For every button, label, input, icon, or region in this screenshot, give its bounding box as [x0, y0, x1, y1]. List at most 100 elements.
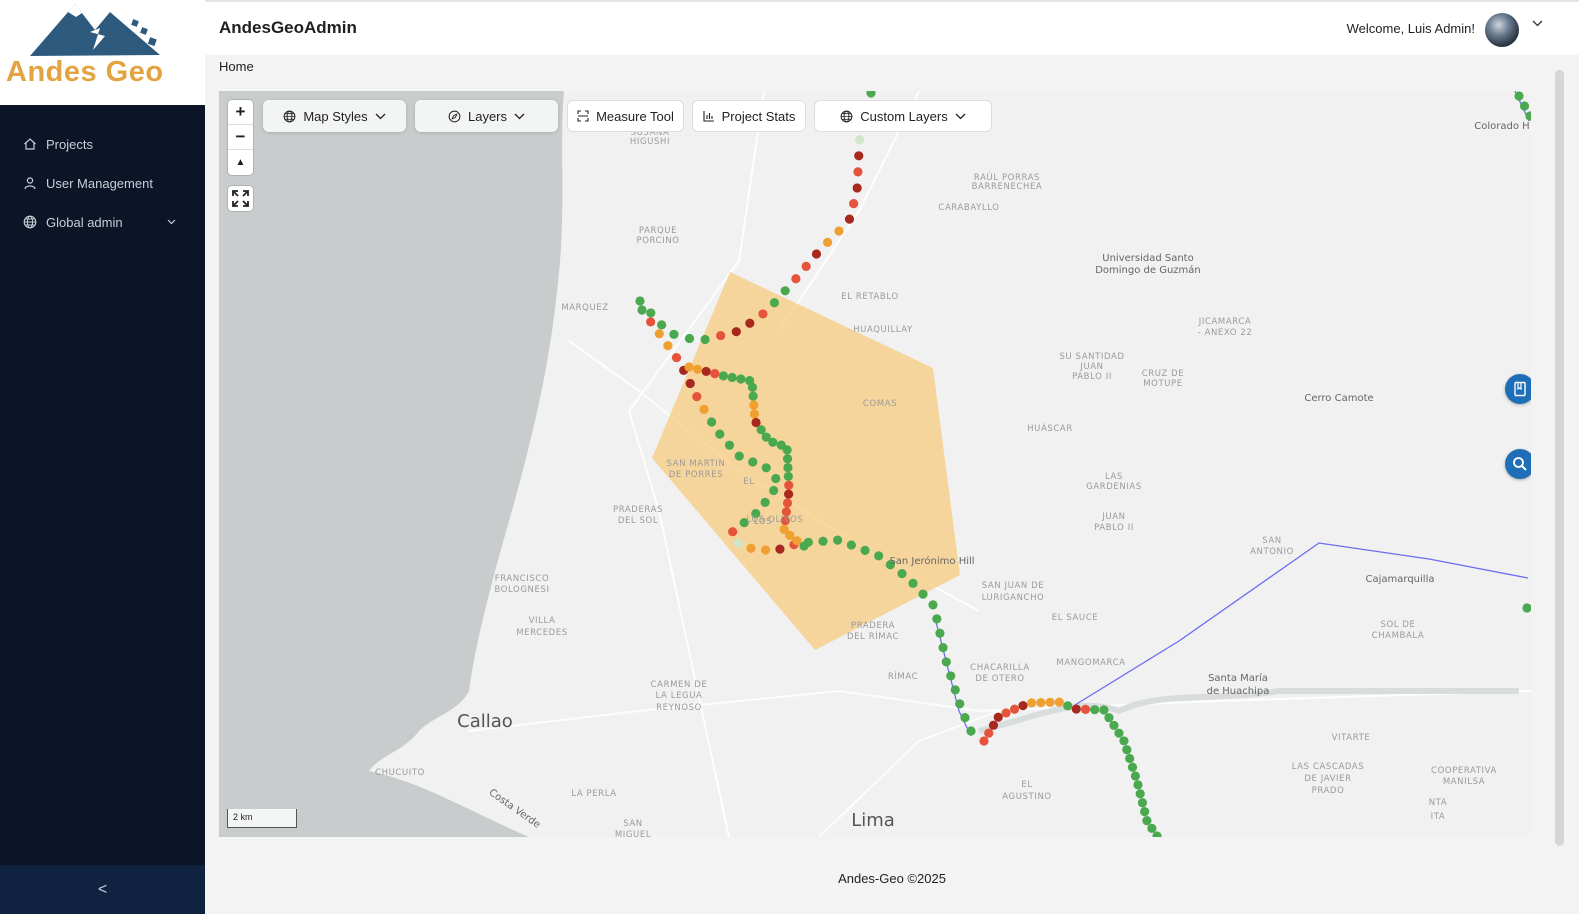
- survey-point[interactable]: [1054, 697, 1064, 707]
- survey-point[interactable]: [849, 198, 859, 209]
- survey-point[interactable]: [852, 183, 862, 193]
- survey-point[interactable]: [811, 249, 822, 259]
- survey-point[interactable]: [733, 538, 743, 548]
- survey-point[interactable]: [646, 308, 656, 318]
- survey-point[interactable]: [1001, 708, 1011, 718]
- survey-point[interactable]: [799, 541, 809, 551]
- survey-point[interactable]: [1142, 816, 1152, 826]
- survey-point[interactable]: [1135, 789, 1145, 799]
- survey-point[interactable]: [692, 364, 703, 374]
- survey-point[interactable]: [784, 489, 794, 499]
- survey-point[interactable]: [701, 366, 711, 377]
- survey-point[interactable]: [946, 671, 956, 681]
- survey-point[interactable]: [728, 527, 738, 537]
- survey-point[interactable]: [1063, 701, 1073, 711]
- survey-point[interactable]: [993, 712, 1003, 722]
- survey-point[interactable]: [941, 657, 951, 667]
- survey-point[interactable]: [918, 589, 928, 599]
- survey-point[interactable]: [746, 543, 756, 553]
- survey-point[interactable]: [761, 463, 771, 473]
- survey-point[interactable]: [1114, 728, 1124, 738]
- survey-point[interactable]: [749, 400, 759, 410]
- survey-point[interactable]: [1104, 713, 1114, 723]
- survey-point[interactable]: [988, 720, 999, 730]
- custom-layers-button[interactable]: Custom Layers: [814, 100, 992, 132]
- survey-point[interactable]: [745, 318, 755, 328]
- survey-point[interactable]: [1514, 91, 1524, 101]
- survey-point[interactable]: [938, 642, 948, 653]
- survey-point[interactable]: [860, 545, 870, 556]
- avatar[interactable]: [1485, 13, 1519, 47]
- survey-point[interactable]: [771, 473, 781, 484]
- survey-point[interactable]: [966, 726, 976, 736]
- collapse-sidebar-button[interactable]: <: [0, 865, 205, 914]
- survey-point[interactable]: [1133, 780, 1143, 790]
- survey-point[interactable]: [699, 404, 709, 415]
- survey-point[interactable]: [685, 378, 695, 389]
- survey-point[interactable]: [960, 713, 970, 723]
- survey-point[interactable]: [846, 540, 856, 550]
- survey-point[interactable]: [783, 462, 793, 473]
- survey-point[interactable]: [1027, 698, 1037, 708]
- survey-point[interactable]: [748, 391, 758, 401]
- survey-point[interactable]: [1125, 753, 1135, 764]
- survey-point[interactable]: [707, 417, 717, 427]
- survey-point[interactable]: [782, 498, 793, 508]
- survey-point[interactable]: [1009, 704, 1020, 714]
- survey-point[interactable]: [874, 551, 884, 561]
- survey-point[interactable]: [801, 261, 811, 271]
- survey-point[interactable]: [853, 167, 863, 177]
- survey-point[interactable]: [1109, 720, 1119, 731]
- survey-point[interactable]: [1119, 736, 1129, 746]
- survey-point[interactable]: [984, 728, 994, 738]
- sidebar-item-projects[interactable]: Projects: [0, 125, 205, 163]
- survey-point[interactable]: [844, 214, 855, 224]
- survey-point[interactable]: [710, 369, 720, 379]
- survey-point[interactable]: [1147, 823, 1157, 833]
- survey-point[interactable]: [727, 372, 737, 383]
- survey-point[interactable]: [760, 545, 771, 555]
- survey-point[interactable]: [908, 578, 918, 588]
- survey-point[interactable]: [715, 429, 725, 439]
- survey-point[interactable]: [935, 628, 945, 638]
- scrollbar[interactable]: [1555, 70, 1564, 846]
- survey-point[interactable]: [657, 320, 667, 330]
- map-canvas[interactable]: SUSANAHIGUSHIRAÚL PORRASBARRENECHEACARAB…: [219, 91, 1531, 837]
- survey-point[interactable]: [783, 471, 793, 482]
- survey-point[interactable]: [700, 334, 710, 345]
- survey-point[interactable]: [897, 569, 907, 579]
- survey-point[interactable]: [1122, 745, 1132, 755]
- survey-point[interactable]: [646, 317, 656, 327]
- logo[interactable]: Andes Geo: [0, 0, 205, 105]
- survey-point[interactable]: [854, 151, 864, 161]
- survey-point[interactable]: [749, 409, 760, 419]
- survey-point[interactable]: [818, 536, 828, 546]
- survey-point[interactable]: [854, 135, 865, 145]
- survey-point[interactable]: [1519, 101, 1530, 111]
- survey-point[interactable]: [724, 440, 735, 450]
- survey-point[interactable]: [684, 333, 695, 344]
- survey-point[interactable]: [1522, 603, 1531, 613]
- survey-point[interactable]: [758, 309, 768, 319]
- survey-point[interactable]: [866, 91, 876, 98]
- layers-button[interactable]: Layers: [415, 100, 558, 132]
- sidebar-item-user-management[interactable]: User Management: [0, 164, 205, 202]
- survey-point[interactable]: [1036, 698, 1046, 708]
- survey-point[interactable]: [768, 437, 778, 447]
- breadcrumb[interactable]: Home: [219, 59, 254, 74]
- survey-point[interactable]: [1045, 697, 1055, 707]
- survey-point[interactable]: [1130, 771, 1140, 781]
- survey-point[interactable]: [769, 485, 779, 496]
- survey-point[interactable]: [1140, 807, 1150, 817]
- survey-point[interactable]: [747, 382, 758, 393]
- bookmark-button[interactable]: [1505, 374, 1531, 404]
- survey-point[interactable]: [1099, 705, 1109, 715]
- map-styles-button[interactable]: Map Styles: [263, 100, 406, 132]
- survey-point[interactable]: [736, 374, 746, 384]
- survey-point[interactable]: [780, 286, 790, 296]
- map[interactable]: SUSANA HIGUSHI RAÚL PORRAS BARRENECHEA CARAB…: [219, 91, 1531, 837]
- survey-point[interactable]: [955, 699, 965, 709]
- survey-point[interactable]: [928, 600, 938, 610]
- compass-button[interactable]: ▲: [228, 150, 253, 175]
- survey-point[interactable]: [671, 352, 682, 363]
